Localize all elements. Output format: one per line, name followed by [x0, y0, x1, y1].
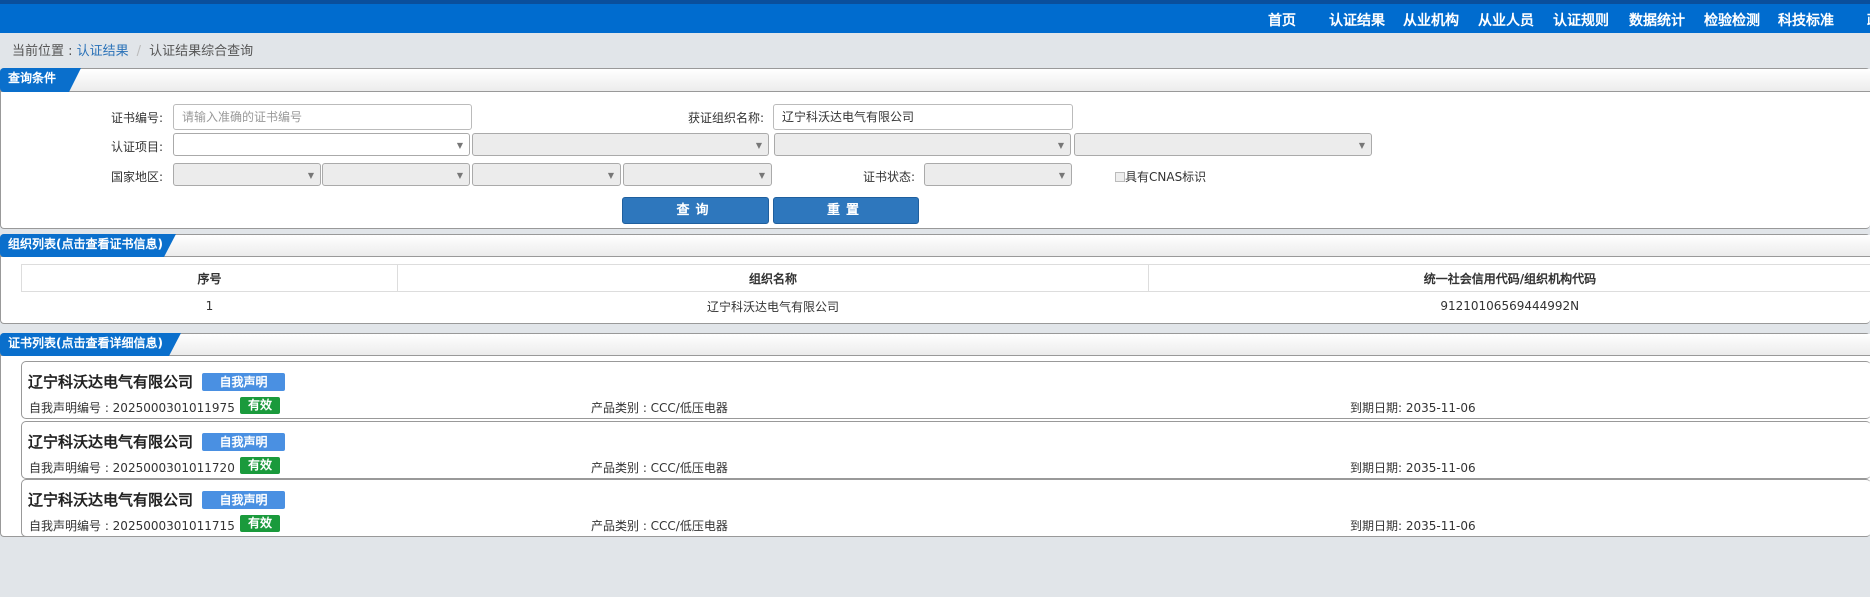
search-button[interactable]: 查询: [622, 197, 769, 224]
project-select-4[interactable]: ▼: [1074, 133, 1372, 156]
cert-card[interactable]: 辽宁科沃达电气有限公司 自我声明 自我声明编号 : 20250003010117…: [21, 479, 1870, 537]
region-select-3[interactable]: ▼: [472, 163, 621, 186]
col-header-code: 统一社会信用代码/组织机构代码: [1148, 264, 1870, 292]
cert-expiry: 到期日期: 2035-11-06: [1350, 461, 1476, 475]
cert-org-name: 辽宁科沃达电气有限公司: [28, 491, 194, 509]
cnas-label: 具有CNAS标识: [1125, 170, 1207, 184]
dropdown-arrow-icon: ▼: [1058, 171, 1065, 180]
breadcrumb-link[interactable]: 认证结果: [77, 44, 129, 59]
cnas-checkbox[interactable]: [1115, 171, 1125, 182]
dropdown-arrow-icon: ▼: [1358, 141, 1365, 150]
dropdown-arrow-icon: ▼: [607, 171, 614, 180]
region-select-1[interactable]: ▼: [173, 163, 321, 186]
nav-institutions[interactable]: 从业机构: [1403, 10, 1459, 30]
panel-header: 组织列表(点击查看证书信息): [1, 235, 1870, 257]
cert-type-badge: 自我声明: [202, 433, 285, 451]
panel-title: 证书列表(点击查看详细信息): [0, 333, 181, 356]
cert-number: 自我声明编号 : 2025000301011720: [29, 461, 235, 475]
panel-header: 查询条件: [1, 69, 1870, 92]
org-name-label: 获证组织名称:: [687, 111, 764, 125]
table-row[interactable]: 1 辽宁科沃达电气有限公司 91210106569444992N: [22, 292, 1870, 321]
project-select-2[interactable]: ▼: [472, 133, 769, 156]
col-header-name: 组织名称: [397, 264, 1149, 292]
dropdown-arrow-icon: ▼: [1057, 141, 1064, 150]
nav-testing[interactable]: 检验检测: [1704, 10, 1760, 30]
cert-list-panel: 证书列表(点击查看详细信息) 辽宁科沃达电气有限公司 自我声明 自我声明编号 :…: [0, 333, 1870, 537]
cert-category: 产品类别 : CCC/低压电器: [591, 461, 728, 475]
project-label: 认证项目:: [110, 140, 163, 154]
reset-button[interactable]: 重置: [773, 197, 919, 224]
cert-org-name: 辽宁科沃达电气有限公司: [28, 433, 194, 451]
status-select[interactable]: ▼: [924, 163, 1072, 186]
cert-org-name: 辽宁科沃达电气有限公司: [28, 373, 194, 391]
cert-category: 产品类别 : CCC/低压电器: [591, 401, 728, 415]
panel-title: 查询条件: [0, 68, 81, 92]
panel-title: 组织列表(点击查看证书信息): [0, 234, 176, 257]
dropdown-arrow-icon: ▼: [456, 171, 463, 180]
status-label: 证书状态:: [862, 170, 915, 184]
breadcrumb-prefix: 当前位置 :: [12, 44, 77, 59]
nav-personnel[interactable]: 从业人员: [1478, 10, 1534, 30]
dropdown-arrow-icon: ▼: [307, 171, 314, 180]
cert-number: 自我声明编号 : 2025000301011715: [29, 519, 235, 533]
cert-no-label: 证书编号:: [110, 111, 163, 125]
cert-expiry: 到期日期: 2035-11-06: [1350, 401, 1476, 415]
project-select-3[interactable]: ▼: [774, 133, 1071, 156]
cell-code: 91210106569444992N: [1440, 299, 1580, 314]
nav-rules[interactable]: 认证规则: [1553, 10, 1609, 30]
cert-expiry: 到期日期: 2035-11-06: [1350, 519, 1476, 533]
region-select-2[interactable]: ▼: [322, 163, 470, 186]
cert-no-input[interactable]: 请输入准确的证书编号: [173, 104, 472, 130]
nav-home[interactable]: 首页: [1268, 10, 1296, 30]
cert-category: 产品类别 : CCC/低压电器: [591, 519, 728, 533]
region-select-4[interactable]: ▼: [623, 163, 772, 186]
cert-card[interactable]: 辽宁科沃达电气有限公司 自我声明 自我声明编号 : 20250003010117…: [21, 421, 1870, 479]
dropdown-arrow-icon: ▼: [755, 141, 762, 150]
table-header-row: 序号 组织名称 统一社会信用代码/组织机构代码: [21, 264, 1870, 292]
region-label: 国家地区:: [110, 170, 163, 184]
status-badge: 有效: [240, 397, 280, 414]
dropdown-arrow-icon: ▼: [456, 141, 463, 150]
cert-card[interactable]: 辽宁科沃达电气有限公司 自我声明 自我声明编号 : 20250003010119…: [21, 361, 1870, 419]
nav-cert-results[interactable]: 认证结果: [1329, 10, 1385, 30]
nav-statistics[interactable]: 数据统计: [1629, 10, 1685, 30]
cert-number: 自我声明编号 : 2025000301011975: [29, 401, 235, 415]
panel-header: 证书列表(点击查看详细信息): [1, 334, 1870, 356]
org-name-input[interactable]: 辽宁科沃达电气有限公司: [773, 104, 1073, 130]
dropdown-arrow-icon: ▼: [758, 171, 765, 180]
org-list-panel: 组织列表(点击查看证书信息) 序号 组织名称 统一社会信用代码/组织机构代码 1…: [0, 234, 1870, 324]
org-table: 序号 组织名称 统一社会信用代码/组织机构代码 1 辽宁科沃达电气有限公司 91…: [21, 264, 1870, 321]
project-select-1[interactable]: ▼: [173, 133, 470, 156]
query-panel: 查询条件 证书编号: 请输入准确的证书编号 获证组织名称: 辽宁科沃达电气有限公…: [0, 68, 1870, 229]
cert-type-badge: 自我声明: [202, 373, 285, 391]
breadcrumb-current: 认证结果综合查询: [149, 44, 254, 59]
cell-name[interactable]: 辽宁科沃达电气有限公司: [398, 292, 1149, 321]
status-badge: 有效: [240, 457, 280, 474]
cnas-option: 具有CNAS标识: [1115, 168, 1206, 185]
status-badge: 有效: [240, 515, 280, 532]
cell-no: 1: [205, 299, 214, 314]
cert-type-badge: 自我声明: [202, 491, 285, 509]
breadcrumb: 当前位置 : 认证结果 / 认证结果综合查询: [12, 40, 253, 59]
main-nav: 首页 认证结果 从业机构 从业人员 认证规则 数据统计 检验检测 科技标准 政: [0, 4, 1870, 33]
breadcrumb-separator: /: [136, 44, 142, 59]
col-header-no: 序号: [21, 264, 398, 292]
nav-standards[interactable]: 科技标准: [1778, 10, 1834, 30]
